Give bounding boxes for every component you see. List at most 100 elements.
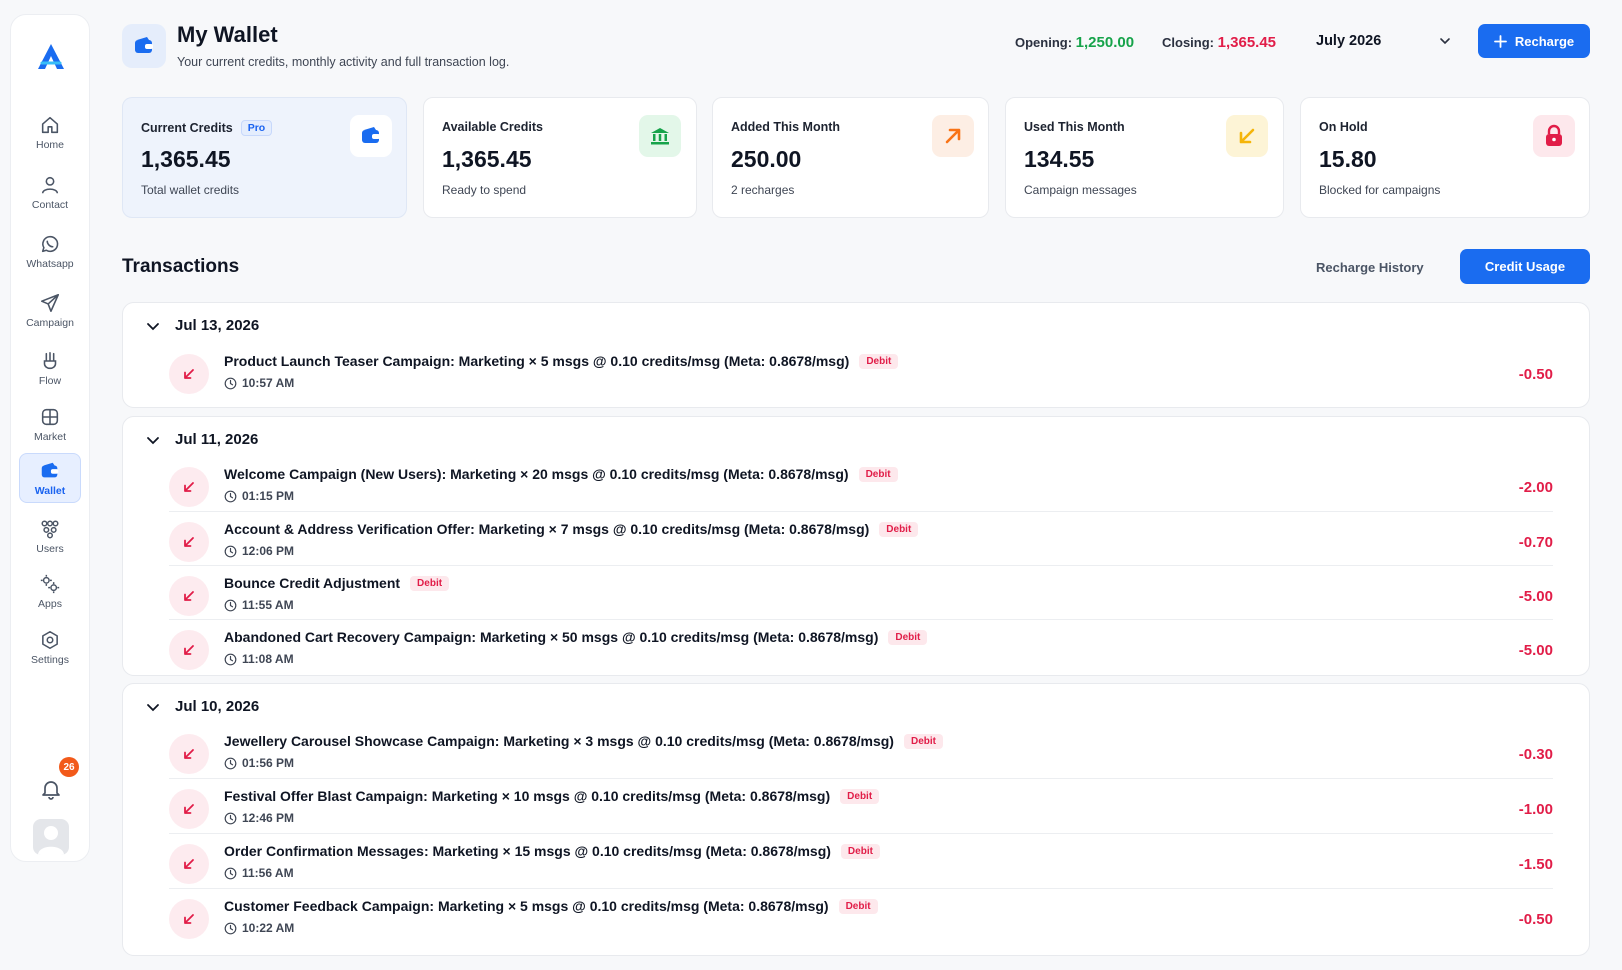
- transaction-time: 01:15 PM: [242, 489, 295, 503]
- group-toggle[interactable]: Jul 10, 2026: [145, 698, 259, 715]
- transaction-description: Customer Feedback Campaign: Marketing × …: [224, 898, 829, 914]
- sidebar-item-label: Flow: [38, 374, 62, 387]
- sidebar-item-label: Apps: [38, 597, 62, 610]
- clock-icon: [224, 599, 237, 611]
- sidebar-item-label: Campaign: [26, 316, 74, 329]
- stat-card-used-this-month: Used This Month 134.55 Campaign messages: [1005, 97, 1284, 218]
- arrow-up-right-icon: [932, 115, 974, 157]
- stat-card-label: Current Credits: [141, 121, 233, 135]
- clock-icon: [224, 653, 237, 665]
- debit-badge: Debit: [840, 843, 880, 859]
- sidebar-item-settings[interactable]: Settings: [19, 622, 81, 672]
- transaction-amount: -0.70: [1518, 534, 1553, 551]
- transaction-row[interactable]: Welcome Campaign (New Users): Marketing …: [169, 457, 1553, 510]
- stat-card-value: 1,365.45: [442, 146, 532, 172]
- debit-badge: Debit: [838, 898, 878, 914]
- clock-icon: [224, 922, 237, 934]
- recharge-button[interactable]: Recharge: [1478, 24, 1590, 58]
- transaction-amount: -5.00: [1518, 588, 1553, 605]
- debit-badge: Debit: [840, 788, 880, 804]
- transaction-row[interactable]: Account & Address Verification Offer: Ma…: [169, 511, 1553, 564]
- flow-icon: [43, 351, 57, 369]
- transaction-row[interactable]: Jewellery Carousel Showcase Campaign: Ma…: [169, 724, 1553, 777]
- stat-card-added-this-month: Added This Month 250.00 2 recharges: [712, 97, 989, 218]
- sidebar-item-apps[interactable]: Apps: [19, 566, 81, 616]
- sidebar-item-whatsapp[interactable]: Whatsapp: [19, 226, 81, 276]
- transaction-time: 11:56 AM: [242, 866, 294, 880]
- plus-icon: [1493, 34, 1507, 48]
- clock-icon: [224, 490, 237, 502]
- group-date: Jul 13, 2026: [175, 317, 260, 334]
- closing-value: 1,365.45: [1217, 34, 1277, 51]
- sidebar-item-market[interactable]: Market: [19, 399, 81, 449]
- tab-recharge-history[interactable]: Recharge History: [1316, 250, 1424, 284]
- debit-badge: Debit: [879, 521, 919, 537]
- group-toggle[interactable]: Jul 13, 2026: [145, 317, 259, 334]
- stat-card-label: Used This Month: [1024, 120, 1125, 134]
- transaction-time: 11:55 AM: [242, 598, 294, 612]
- apps-icon: [40, 574, 60, 593]
- debit-badge: Debit: [858, 466, 898, 482]
- chevron-down-icon: [147, 436, 159, 444]
- sidebar-item-flow[interactable]: Flow: [19, 343, 81, 393]
- stat-card-value: 1,365.45: [141, 146, 231, 172]
- transaction-description: Order Confirmation Messages: Marketing ×…: [224, 843, 831, 859]
- sidebar: Home Contact Whatsapp Campaign Flow Mark…: [10, 14, 90, 862]
- brand-logo[interactable]: [35, 41, 67, 73]
- transaction-row[interactable]: Abandoned Cart Recovery Campaign: Market…: [169, 619, 1553, 672]
- sidebar-item-campaign[interactable]: Campaign: [19, 285, 81, 335]
- sidebar-item-users[interactable]: Users: [19, 511, 81, 561]
- transaction-description: Product Launch Teaser Campaign: Marketin…: [224, 353, 850, 369]
- debit-badge: Debit: [903, 733, 943, 749]
- debit-arrow-icon: [169, 467, 209, 507]
- transaction-amount: -5.00: [1518, 642, 1553, 659]
- transaction-group: Jul 10, 2026 Jewellery Carousel Showcase…: [122, 683, 1590, 956]
- home-icon: [41, 116, 59, 133]
- transactions-title: Transactions: [122, 256, 240, 277]
- group-toggle[interactable]: Jul 11, 2026: [145, 431, 258, 448]
- wallet-icon: [350, 115, 392, 157]
- sidebar-item-label: Whatsapp: [26, 257, 74, 270]
- opening-label: Opening:: [1015, 35, 1073, 50]
- debit-arrow-icon: [169, 899, 209, 939]
- stat-card-note: Campaign messages: [1024, 183, 1137, 197]
- debit-badge: Debit: [410, 575, 450, 591]
- debit-arrow-icon: [169, 522, 209, 562]
- stat-card-label: On Hold: [1319, 120, 1368, 134]
- stat-card-value: 250.00: [731, 146, 802, 172]
- stat-card-current-credits: Current Credits Pro 1,365.45 Total walle…: [122, 97, 407, 218]
- page-subtitle: Your current credits, monthly activity a…: [177, 55, 510, 69]
- plan-badge: Pro: [240, 120, 273, 136]
- debit-arrow-icon: [169, 789, 209, 829]
- month-select[interactable]: July 2026: [1304, 24, 1464, 58]
- chevron-down-icon: [147, 703, 159, 711]
- notification-count-badge: 26: [59, 757, 79, 777]
- tab-credit-usage[interactable]: Credit Usage: [1460, 249, 1590, 284]
- wallet-icon: [135, 37, 153, 53]
- arrow-down-left-icon: [1226, 115, 1268, 157]
- transaction-amount: -0.50: [1518, 366, 1553, 383]
- sidebar-item-label: Wallet: [34, 484, 66, 497]
- sidebar-item-home[interactable]: Home: [19, 107, 81, 157]
- transaction-row[interactable]: Bounce Credit Adjustment Debit 11:55 AM -…: [169, 565, 1553, 618]
- transaction-row[interactable]: Festival Offer Blast Campaign: Marketing…: [169, 778, 1553, 831]
- group-date: Jul 10, 2026: [175, 698, 260, 715]
- wallet-icon: [41, 462, 59, 477]
- sidebar-item-contact[interactable]: Contact: [19, 167, 81, 217]
- debit-badge: Debit: [888, 629, 928, 645]
- sidebar-item-wallet[interactable]: Wallet: [19, 453, 81, 503]
- clock-icon: [224, 867, 237, 879]
- avatar[interactable]: [33, 819, 69, 855]
- transaction-row[interactable]: Order Confirmation Messages: Marketing ×…: [169, 833, 1553, 886]
- notifications-button[interactable]: [39, 777, 63, 801]
- sidebar-item-label: Market: [33, 430, 67, 443]
- transaction-row[interactable]: Product Launch Teaser Campaign: Marketin…: [169, 344, 1553, 397]
- transaction-time: 01:56 PM: [242, 756, 295, 770]
- transaction-row[interactable]: Customer Feedback Campaign: Marketing × …: [169, 888, 1553, 941]
- chevron-down-icon: [147, 322, 159, 330]
- transaction-description: Welcome Campaign (New Users): Marketing …: [224, 466, 849, 482]
- transaction-time: 12:06 PM: [242, 544, 295, 558]
- transaction-amount: -2.00: [1518, 479, 1553, 496]
- stat-card-value: 15.80: [1319, 146, 1377, 172]
- clock-icon: [224, 545, 237, 557]
